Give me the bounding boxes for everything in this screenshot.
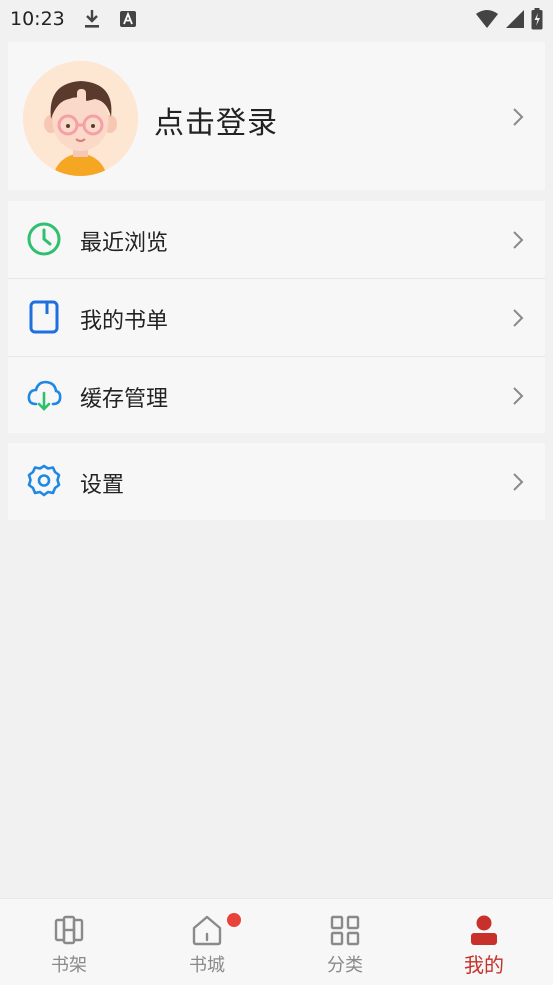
chevron-right-icon	[513, 387, 524, 405]
menu-item-label: 最近浏览	[80, 231, 169, 256]
tab-label: 书架	[51, 955, 87, 976]
menu-item-label: 缓存管理	[80, 387, 169, 412]
app-notification-icon	[119, 11, 136, 27]
status-time: 10:23	[10, 8, 65, 30]
menu-item-settings[interactable]: 设置	[8, 443, 545, 520]
tab-bookstore[interactable]: 书城	[138, 899, 276, 985]
default-avatar-illustration	[23, 61, 138, 176]
tab-label: 书城	[189, 955, 225, 976]
home-icon	[192, 915, 222, 946]
gear-icon	[27, 464, 61, 497]
bookshelf-icon	[54, 915, 84, 945]
avatar[interactable]	[23, 61, 138, 176]
settings-label: 设置	[80, 473, 125, 498]
wifi-icon	[476, 10, 498, 28]
signal-icon	[506, 10, 524, 28]
battery-icon	[531, 8, 543, 30]
chevron-right-icon	[513, 108, 524, 126]
login-prompt[interactable]: 点击登录	[154, 98, 278, 142]
booklist-icon	[29, 300, 59, 334]
menu-item-cache[interactable]: 缓存管理	[8, 357, 545, 434]
chevron-right-icon	[513, 231, 524, 249]
download-icon	[84, 10, 99, 28]
chevron-right-icon	[513, 473, 524, 491]
menu-item-booklist[interactable]: 我的书单	[8, 279, 545, 356]
grid-icon	[330, 915, 360, 946]
menu-item-recent[interactable]: 最近浏览	[8, 201, 545, 278]
profile-card[interactable]: 点击登录	[8, 42, 545, 190]
clock-icon	[27, 222, 61, 256]
tab-mine[interactable]: 我的	[415, 899, 553, 985]
tab-label: 分类	[327, 955, 363, 976]
user-icon	[471, 915, 497, 945]
settings-card: 设置	[8, 443, 545, 520]
tab-category[interactable]: 分类	[276, 899, 414, 985]
menu-list: 最近浏览 我的书单 缓存管理	[8, 201, 545, 433]
status-bar: 10:23	[0, 0, 553, 38]
cloud-download-icon	[27, 380, 62, 411]
chevron-right-icon	[513, 309, 524, 327]
tab-bookshelf[interactable]: 书架	[0, 899, 138, 985]
menu-item-label: 我的书单	[80, 309, 169, 334]
notification-badge	[227, 913, 241, 927]
tab-label: 我的	[464, 953, 504, 977]
bottom-tab-bar: 书架 书城 分类 我的	[0, 898, 553, 985]
